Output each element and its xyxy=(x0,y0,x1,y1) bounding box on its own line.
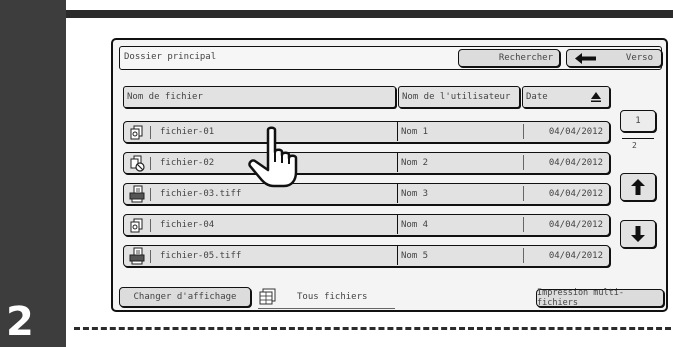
cell-separator xyxy=(150,157,151,170)
cell-separator xyxy=(397,153,398,172)
copy-forbidden-icon xyxy=(130,155,145,172)
column-header-file-name-label: Nom de fichier xyxy=(127,92,203,102)
row-user-name: Nom 3 xyxy=(401,189,429,199)
page-divider xyxy=(622,138,654,139)
row-date: 04/04/2012 xyxy=(548,251,603,261)
row-file-name: fichier-01 xyxy=(160,127,215,137)
scroll-up-button[interactable] xyxy=(620,173,656,201)
search-button[interactable]: Rechercher xyxy=(458,49,560,67)
page-number-button[interactable]: 1 xyxy=(620,110,656,132)
copy-file-icon xyxy=(130,218,143,233)
row-file-name: fichier-05.tiff xyxy=(160,251,242,261)
row-date: 04/04/2012 xyxy=(548,158,603,168)
step-sidebar xyxy=(0,0,66,347)
copy-file-icon xyxy=(130,125,143,140)
row-file-name: fichier-02 xyxy=(160,158,215,168)
multi-file-print-button[interactable]: Impression multi-fichiers xyxy=(536,288,664,308)
all-files-icon xyxy=(259,288,276,305)
cell-separator xyxy=(150,219,151,232)
cell-separator xyxy=(523,248,524,263)
sort-ascending-icon xyxy=(591,92,601,102)
search-button-label: Rechercher xyxy=(498,53,553,63)
top-rule xyxy=(66,10,673,18)
row-user-name: Nom 2 xyxy=(401,158,429,168)
row-date: 04/04/2012 xyxy=(548,220,603,230)
arrow-up-icon xyxy=(631,179,645,195)
filter-underline xyxy=(258,308,395,309)
dashed-divider xyxy=(74,327,671,330)
folder-title: Dossier principal xyxy=(124,52,217,62)
back-button-label: Verso xyxy=(625,53,653,63)
total-pages: 2 xyxy=(632,141,637,150)
table-row[interactable]: fichier-03.tiff Nom 3 04/04/2012 xyxy=(123,183,610,205)
cell-separator xyxy=(523,186,524,201)
table-row[interactable]: fichier-05.tiff Nom 5 04/04/2012 xyxy=(123,245,610,267)
pointing-hand-icon xyxy=(248,126,298,188)
column-header-date[interactable]: Date xyxy=(522,86,610,108)
folder-header: Dossier principal Rechercher Verso xyxy=(119,46,662,70)
table-row[interactable]: fichier-01 Nom 1 04/04/2012 xyxy=(123,121,610,143)
table-row[interactable]: fichier-02 Nom 2 04/04/2012 xyxy=(123,152,610,174)
row-date: 04/04/2012 xyxy=(548,127,603,137)
row-file-name: fichier-04 xyxy=(160,220,215,230)
column-header-date-label: Date xyxy=(526,92,548,102)
back-button[interactable]: Verso xyxy=(566,49,662,67)
cell-separator xyxy=(397,184,398,203)
cell-separator xyxy=(523,155,524,170)
scroll-down-button[interactable] xyxy=(620,220,656,248)
printer-file-icon xyxy=(129,185,145,203)
row-date: 04/04/2012 xyxy=(548,189,603,199)
cell-separator xyxy=(523,124,524,139)
row-user-name: Nom 1 xyxy=(401,127,429,137)
table-row[interactable]: fichier-04 Nom 4 04/04/2012 xyxy=(123,214,610,236)
multi-file-print-label: Impression multi-fichiers xyxy=(537,288,624,308)
step-number: 2 xyxy=(6,299,34,345)
cell-separator xyxy=(150,126,151,139)
arrow-down-icon xyxy=(631,226,645,242)
row-file-name: fichier-03.tiff xyxy=(160,189,242,199)
row-user-name: Nom 5 xyxy=(401,251,429,261)
column-header-file-name[interactable]: Nom de fichier xyxy=(123,86,396,108)
row-user-name: Nom 4 xyxy=(401,220,429,230)
file-filter-label: Tous fichiers xyxy=(297,292,368,302)
cell-separator xyxy=(150,250,151,263)
cell-separator xyxy=(397,122,398,141)
change-view-button[interactable]: Changer d'affichage xyxy=(119,287,251,307)
cell-separator xyxy=(397,246,398,265)
cell-separator xyxy=(523,217,524,232)
column-header-user-name[interactable]: Nom de l'utilisateur xyxy=(398,86,520,108)
change-view-label: Changer d'affichage xyxy=(133,292,237,302)
printer-file-icon xyxy=(129,247,145,265)
current-page: 1 xyxy=(635,116,641,126)
arrow-left-icon xyxy=(575,53,596,64)
file-list-panel: Dossier principal Rechercher Verso Nom d… xyxy=(111,38,668,312)
column-header-user-name-label: Nom de l'utilisateur xyxy=(402,92,511,102)
cell-separator xyxy=(150,188,151,201)
cell-separator xyxy=(397,215,398,234)
